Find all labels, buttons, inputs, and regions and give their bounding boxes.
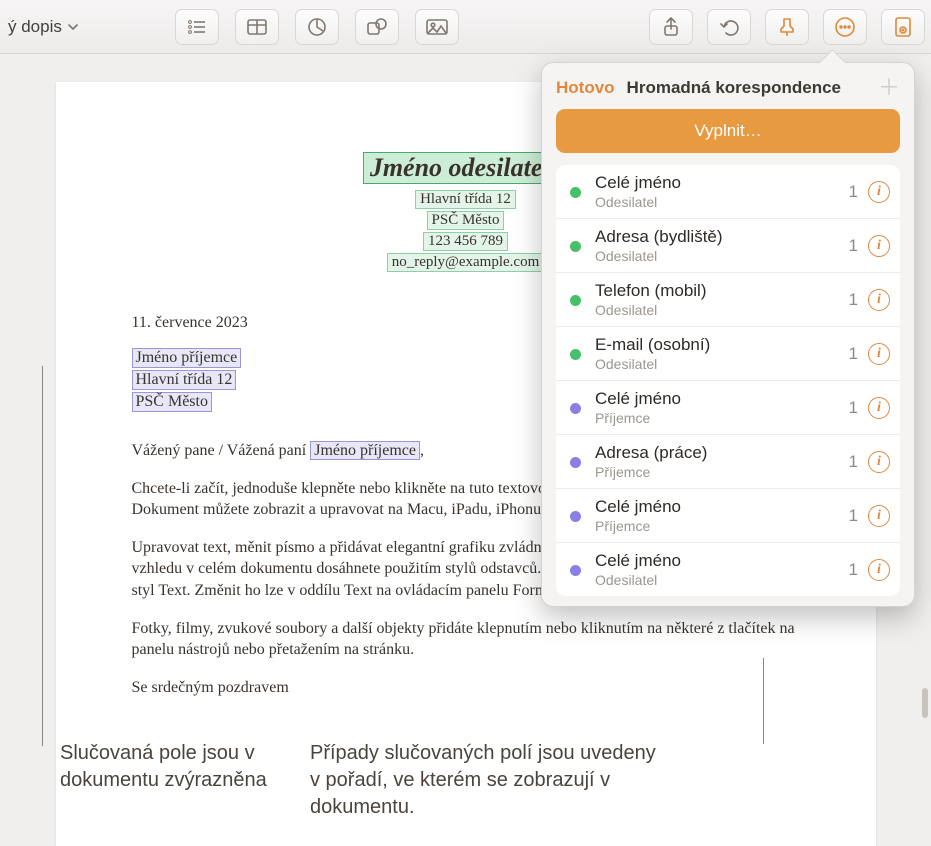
share-button[interactable] — [649, 9, 693, 45]
add-field-button[interactable]: ＋ — [878, 77, 900, 99]
field-subtitle: Příjemce — [595, 464, 849, 480]
field-name: Celé jméno — [595, 551, 849, 571]
status-dot-icon — [570, 241, 581, 252]
chevron-down-icon[interactable] — [66, 20, 80, 34]
more-button[interactable] — [823, 9, 867, 45]
status-dot-icon — [570, 511, 581, 522]
field-subtitle: Odesilatel — [595, 356, 849, 372]
info-icon[interactable]: i — [868, 505, 890, 527]
undo-button[interactable] — [707, 9, 751, 45]
field-name: Celé jméno — [595, 389, 849, 409]
field-count: 1 — [849, 236, 858, 256]
signoff: Se srdečným pozdravem — [132, 677, 800, 699]
shape-button[interactable] — [355, 9, 399, 45]
merge-field-sender-name[interactable]: Jméno odesilatele — [363, 152, 568, 184]
merge-field-sender-street[interactable]: Hlavní třída 12 — [415, 190, 516, 209]
done-button[interactable]: Hotovo — [556, 78, 615, 98]
field-text: Telefon (mobil)Odesilatel — [595, 281, 849, 318]
info-icon[interactable]: i — [868, 289, 890, 311]
merge-field-sender-email[interactable]: no_reply@example.com — [387, 253, 545, 272]
toolbar: ý dopis — [0, 0, 931, 54]
popover-header: Hotovo Hromadná korespondence ＋ — [556, 77, 900, 99]
field-name: Adresa (bydliště) — [595, 227, 849, 247]
status-dot-icon — [570, 295, 581, 306]
field-name: Telefon (mobil) — [595, 281, 849, 301]
merge-field-salutation-name[interactable]: Jméno příjemce — [310, 441, 420, 460]
merge-field-row[interactable]: Celé jménoPříjemce1i — [556, 489, 900, 543]
field-count: 1 — [849, 290, 858, 310]
field-count: 1 — [849, 344, 858, 364]
field-subtitle: Příjemce — [595, 410, 849, 426]
merge-field-sender-phone[interactable]: 123 456 789 — [423, 232, 508, 251]
info-icon[interactable]: i — [868, 235, 890, 257]
callout-leader-left — [42, 366, 43, 746]
field-name: Celé jméno — [595, 497, 849, 517]
field-subtitle: Odesilatel — [595, 194, 849, 210]
field-count: 1 — [849, 182, 858, 202]
field-subtitle: Odesilatel — [595, 572, 849, 588]
field-count: 1 — [849, 452, 858, 472]
field-name: Adresa (práce) — [595, 443, 849, 463]
field-text: Celé jménoPříjemce — [595, 497, 849, 534]
field-count: 1 — [849, 506, 858, 526]
merge-field-row[interactable]: Celé jménoOdesilatel1i — [556, 543, 900, 596]
format-brush-button[interactable] — [765, 9, 809, 45]
field-text: Celé jménoPříjemce — [595, 389, 849, 426]
field-subtitle: Odesilatel — [595, 302, 849, 318]
callout-left: Slučovaná pole jsou v dokumentu zvýrazně… — [60, 740, 320, 794]
scrollbar[interactable] — [922, 688, 928, 718]
field-name: Celé jméno — [595, 173, 849, 193]
merge-field-recipient-street[interactable]: Hlavní třída 12 — [132, 370, 237, 390]
merge-field-row[interactable]: Celé jménoPříjemce1i — [556, 381, 900, 435]
field-text: E-mail (osobní)Odesilatel — [595, 335, 849, 372]
info-icon[interactable]: i — [868, 397, 890, 419]
salutation-suffix: , — [420, 442, 424, 459]
document-title[interactable]: ý dopis — [6, 17, 62, 37]
field-text: Celé jménoOdesilatel — [595, 173, 849, 210]
chart-button[interactable] — [295, 9, 339, 45]
field-count: 1 — [849, 560, 858, 580]
info-icon[interactable]: i — [868, 181, 890, 203]
body-paragraph-3: Fotky, filmy, zvukové soubory a další ob… — [132, 618, 800, 661]
callout-right: Případy slučovaných polí jsou uvedeny v … — [310, 740, 670, 821]
merge-field-row[interactable]: Adresa (práce)Příjemce1i — [556, 435, 900, 489]
status-dot-icon — [570, 349, 581, 360]
merge-field-row[interactable]: Adresa (bydliště)Odesilatel1i — [556, 219, 900, 273]
merge-field-list: Celé jménoOdesilatel1iAdresa (bydliště)O… — [556, 165, 900, 596]
mail-merge-popover: Hotovo Hromadná korespondence ＋ Vyplnit…… — [541, 62, 915, 607]
list-view-button[interactable] — [175, 9, 219, 45]
merge-field-row[interactable]: Telefon (mobil)Odesilatel1i — [556, 273, 900, 327]
field-text: Adresa (práce)Příjemce — [595, 443, 849, 480]
field-text: Celé jménoOdesilatel — [595, 551, 849, 588]
info-icon[interactable]: i — [868, 343, 890, 365]
status-dot-icon — [570, 187, 581, 198]
field-count: 1 — [849, 398, 858, 418]
field-subtitle: Příjemce — [595, 518, 849, 534]
field-text: Adresa (bydliště)Odesilatel — [595, 227, 849, 264]
field-name: E-mail (osobní) — [595, 335, 849, 355]
media-button[interactable] — [415, 9, 459, 45]
merge-field-row[interactable]: E-mail (osobní)Odesilatel1i — [556, 327, 900, 381]
status-dot-icon — [570, 565, 581, 576]
fill-button[interactable]: Vyplnit… — [556, 109, 900, 153]
merge-field-sender-city[interactable]: PSČ Město — [427, 211, 505, 230]
document-options-button[interactable] — [881, 9, 925, 45]
popover-title: Hromadná korespondence — [627, 78, 841, 98]
info-icon[interactable]: i — [868, 451, 890, 473]
status-dot-icon — [570, 403, 581, 414]
merge-field-recipient-city[interactable]: PSČ Město — [132, 392, 212, 412]
info-icon[interactable]: i — [868, 559, 890, 581]
field-subtitle: Odesilatel — [595, 248, 849, 264]
callout-leader-right — [763, 658, 764, 744]
table-button[interactable] — [235, 9, 279, 45]
merge-field-row[interactable]: Celé jménoOdesilatel1i — [556, 165, 900, 219]
salutation-prefix: Vážený pane / Vážená paní — [132, 442, 311, 459]
status-dot-icon — [570, 457, 581, 468]
merge-field-recipient-name[interactable]: Jméno příjemce — [132, 348, 242, 368]
